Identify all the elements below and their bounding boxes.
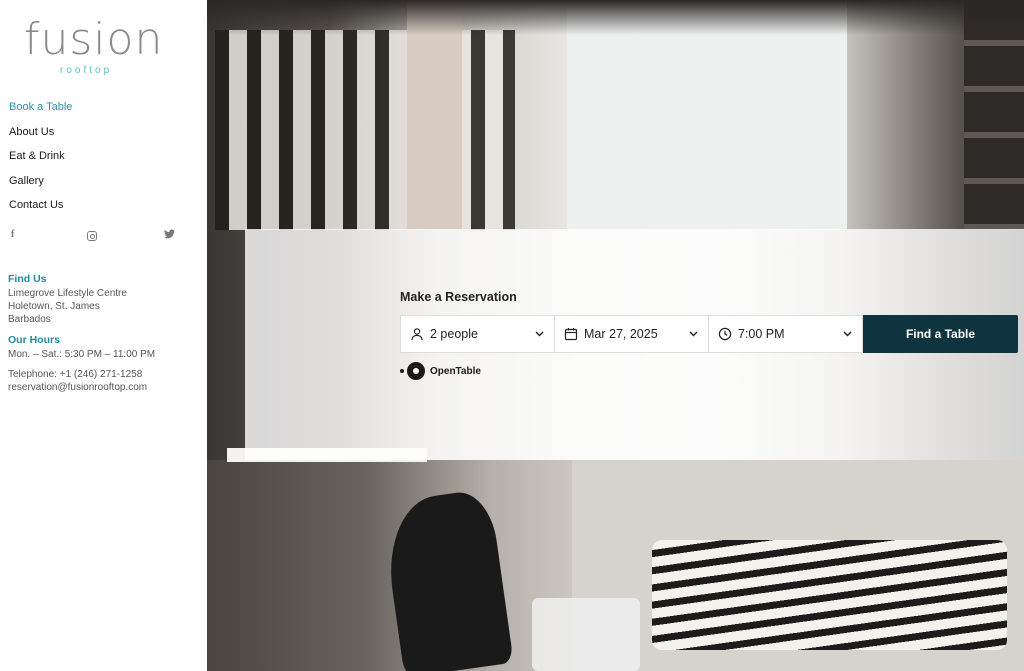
glass [532, 598, 640, 671]
person-icon [410, 327, 424, 341]
opentable-label: OpenTable [430, 365, 481, 377]
address-line-3: Barbados [8, 314, 51, 325]
find-a-table-button[interactable]: Find a Table [863, 315, 1018, 353]
time-value: 7:00 PM [738, 327, 785, 341]
facebook-icon[interactable]: f [11, 229, 14, 240]
logo-main-text: fusion [24, 14, 164, 65]
address-line-1: Limegrove Lifestyle Centre [8, 288, 127, 299]
hours-heading: Our Hours [8, 334, 60, 346]
nav-item-contact-us[interactable]: Contact Us [9, 197, 72, 222]
telephone-text[interactable]: Telephone: +1 (246) 271-1258 [8, 368, 147, 381]
date-select[interactable]: Mar 27, 2025 [554, 315, 709, 353]
logo[interactable]: fusion rooftop [24, 14, 164, 80]
chevron-down-icon [689, 329, 701, 339]
ceiling [207, 0, 1024, 35]
pillow-striped [652, 540, 1007, 650]
address-line-2: Holetown, St. James [8, 301, 100, 312]
sidebar: fusion rooftop Book a Table About Us Eat… [0, 0, 207, 671]
twitter-icon[interactable] [164, 229, 175, 242]
instagram-icon[interactable] [87, 231, 97, 241]
opentable-ring-icon [407, 362, 425, 380]
nav-item-about-us[interactable]: About Us [9, 124, 72, 149]
contact-block: Telephone: +1 (246) 271-1258 reservation… [8, 368, 147, 394]
find-us-heading: Find Us [8, 273, 47, 285]
party-size-select[interactable]: 2 people [400, 315, 555, 353]
wine-rack [215, 30, 515, 230]
social-links: f [0, 229, 207, 243]
time-select[interactable]: 7:00 PM [708, 315, 863, 353]
nav-item-book-a-table[interactable]: Book a Table [9, 99, 72, 124]
clock-icon [718, 327, 732, 341]
main-nav: Book a Table About Us Eat & Drink Galler… [9, 99, 72, 222]
logo-sub-text: rooftop [60, 65, 113, 76]
nav-item-gallery[interactable]: Gallery [9, 173, 72, 198]
opentable-logo[interactable]: OpenTable [400, 362, 481, 380]
hours-block: Our Hours Mon. – Sat.: 5:30 PM – 11:00 P… [8, 334, 155, 361]
find-us-block: Find Us Limegrove Lifestyle Centre Holet… [8, 273, 127, 326]
reservation-title: Make a Reservation [400, 290, 517, 304]
hours-line: Mon. – Sat.: 5:30 PM – 11:00 PM [8, 349, 156, 360]
opentable-dot-icon [400, 369, 404, 373]
party-size-value: 2 people [430, 327, 478, 341]
chevron-down-icon [535, 329, 547, 339]
email-link[interactable]: reservation@fusionrooftop.com [8, 381, 147, 394]
chevron-down-icon [843, 329, 855, 339]
nav-item-eat-drink[interactable]: Eat & Drink [9, 148, 72, 173]
calendar-icon [564, 327, 578, 341]
date-value: Mar 27, 2025 [584, 327, 658, 341]
